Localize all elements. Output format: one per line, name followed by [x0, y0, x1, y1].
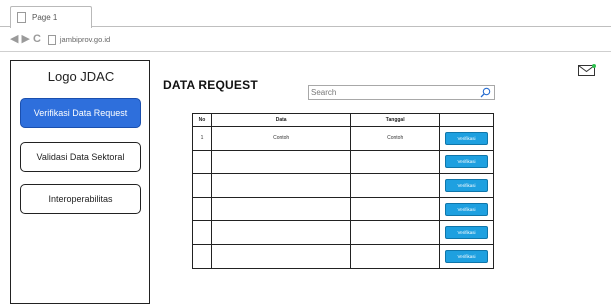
forward-arrow-icon[interactable]: ▶ — [21, 34, 29, 45]
cell-action: Verifikasi — [439, 173, 494, 198]
verifikasi-button[interactable]: Verifikasi — [445, 202, 489, 216]
cell-tanggal: Contoh — [350, 126, 441, 151]
browser-tab[interactable]: Page 1 — [10, 6, 92, 28]
page-title: DATA REQUEST — [163, 78, 258, 92]
column-header-data: Data — [210, 113, 352, 127]
cell-tanggal — [350, 243, 441, 269]
table-row: 1 Contoh Contoh Verifikasi — [192, 126, 494, 151]
sidebar-item-validasi-data-sektoral[interactable]: Validasi Data Sektoral — [20, 142, 141, 172]
cell-no — [192, 196, 212, 222]
page-icon — [17, 12, 26, 23]
browser-tab-bar: Page 1 — [0, 0, 611, 28]
cell-data: Contoh — [210, 126, 352, 151]
data-request-table: No Data Tanggal 1 Contoh Contoh Verifika… — [192, 113, 494, 269]
cell-data — [210, 173, 352, 198]
table-header-row: No Data Tanggal — [192, 113, 494, 127]
table-row: Verifikasi — [192, 196, 494, 222]
sidebar-item-verifikasi-data-request[interactable]: Verifikasi Data Request — [20, 98, 141, 128]
cell-data — [210, 220, 352, 245]
table-row: Verifikasi — [192, 220, 494, 245]
search-box — [308, 85, 495, 100]
cell-no — [192, 149, 212, 175]
cell-tanggal — [350, 196, 441, 222]
cell-action: Verifikasi — [439, 196, 494, 222]
browser-tab-title: Page 1 — [32, 13, 58, 22]
cell-action: Verifikasi — [439, 220, 494, 245]
cell-no — [192, 243, 212, 269]
cell-no — [192, 173, 212, 198]
table-row: Verifikasi — [192, 173, 494, 198]
logo: Logo JDAC — [47, 69, 115, 84]
verifikasi-button[interactable]: Verifikasi — [445, 178, 489, 192]
table-row: Verifikasi — [192, 243, 494, 269]
column-header-tanggal: Tanggal — [350, 113, 441, 127]
search-input[interactable] — [311, 88, 481, 97]
cell-tanggal — [350, 173, 441, 198]
cell-action: Verifikasi — [439, 126, 494, 151]
column-header-action — [439, 113, 494, 127]
cell-data — [210, 196, 352, 222]
verifikasi-button[interactable]: Verifikasi — [445, 249, 489, 263]
cell-data — [210, 243, 352, 269]
column-header-no: No — [192, 113, 212, 127]
mail-icon[interactable] — [578, 64, 596, 76]
refresh-icon[interactable]: C — [33, 34, 41, 45]
table-row: Verifikasi — [192, 149, 494, 175]
sidebar-item-interoperabilitas[interactable]: Interoperabilitas — [20, 184, 141, 214]
cell-action: Verifikasi — [439, 243, 494, 269]
address-bar: ◀ ▶ C jambiprov.go.id — [0, 28, 611, 52]
cell-data — [210, 149, 352, 175]
cell-tanggal — [350, 220, 441, 245]
cell-action: Verifikasi — [439, 149, 494, 175]
page-icon — [47, 34, 56, 45]
verifikasi-button[interactable]: Verifikasi — [445, 226, 489, 240]
search-icon[interactable] — [480, 87, 491, 98]
url-field[interactable]: jambiprov.go.id — [60, 35, 110, 44]
verifikasi-button[interactable]: Verifikasi — [445, 155, 489, 169]
cell-no: 1 — [192, 126, 212, 151]
verifikasi-button[interactable]: Verifikasi — [445, 131, 489, 145]
cell-no — [192, 220, 212, 245]
back-arrow-icon[interactable]: ◀ — [10, 34, 18, 45]
sidebar: Logo JDAC Verifikasi Data Request Valida… — [10, 60, 150, 304]
cell-tanggal — [350, 149, 441, 175]
